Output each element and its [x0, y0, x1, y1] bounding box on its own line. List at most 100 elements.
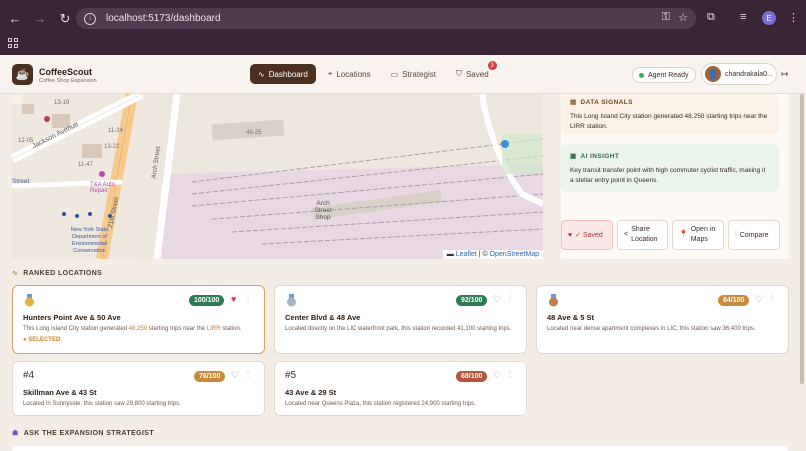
agent-status-label: Agent Ready: [648, 71, 689, 79]
page-scrollbar[interactable]: [800, 94, 804, 384]
menu-kebab-icon[interactable]: ⋮: [788, 11, 799, 24]
logout-icon[interactable]: ↦: [781, 69, 789, 80]
bookmark-star-icon[interactable]: ☆: [678, 11, 688, 24]
nav-label: Dashboard: [268, 69, 308, 79]
map-label-street: Street: [12, 178, 30, 185]
map-label-arch-shop: Arch Street Shop: [314, 200, 332, 221]
bar-chart-icon[interactable]: ⫶: [247, 294, 249, 304]
map-label-12-05: 12-05: [18, 138, 34, 144]
location-name: Hunters Point Ave & 50 Ave: [23, 313, 121, 322]
location-card-3[interactable]: 84/100 ♡ ⫶ 48 Ave & 5 St Located near de…: [536, 285, 789, 354]
forward-icon[interactable]: →: [29, 8, 51, 30]
map-label-11-24: 11-24: [108, 128, 123, 134]
user-menu[interactable]: 👤 chandrakala0...: [701, 63, 777, 85]
heart-filled-icon: ♥: [568, 231, 573, 239]
nav-strategist[interactable]: ▭ Strategist: [383, 64, 444, 84]
data-signals-header: ▤ DATA SIGNALS: [570, 98, 770, 107]
heart-outline-icon[interactable]: ♡: [493, 370, 501, 381]
robot-icon: ☗: [12, 430, 19, 437]
leaflet-link[interactable]: Leaflet: [456, 251, 477, 258]
heart-filled-icon[interactable]: ♥: [231, 294, 236, 304]
ai-insight-title: AI INSIGHT: [580, 152, 620, 160]
pin-icon: ⌖: [327, 69, 333, 78]
rank-number: #4: [23, 370, 35, 381]
activity-icon: ∿: [258, 69, 265, 79]
heart-outline-icon[interactable]: ♡: [231, 370, 239, 381]
location-card-4[interactable]: #4 76/100 ♡ ⫶ Skillman Ave & 43 St Locat…: [12, 361, 265, 416]
score-badge: 76/100: [194, 371, 226, 382]
location-description: This Long Island City station generated …: [23, 326, 242, 332]
location-actions: ♥ ✓ Saved < Share Location 📍 Open in Map…: [561, 220, 780, 250]
password-key-icon[interactable]: ⚿: [662, 11, 670, 24]
bar-chart-icon[interactable]: ⫶: [509, 294, 511, 304]
location-card-1[interactable]: 100/100 ♥ ⫶ Hunters Point Ave & 50 Ave T…: [12, 285, 265, 354]
share-label: Share Location: [631, 226, 658, 243]
location-name: 43 Ave & 29 St: [285, 388, 337, 397]
bookmarks-bar: [0, 37, 806, 55]
data-signals-title: DATA SIGNALS: [580, 98, 633, 106]
reload-icon[interactable]: ↻: [54, 8, 76, 30]
location-card-5[interactable]: #5 68/100 ♡ ⫶ 43 Ave & 29 St Located nea…: [274, 361, 527, 416]
bar-chart-icon[interactable]: ⫶: [247, 370, 249, 380]
compare-button[interactable]: ⫶ Compare: [728, 220, 780, 250]
agent-status: Agent Ready: [632, 67, 697, 83]
location-detail-panel: ▤ DATA SIGNALS This Long Island City sta…: [561, 94, 789, 259]
nav-dashboard[interactable]: ∿ Dashboard: [250, 64, 316, 84]
score-badge: 92/100: [456, 295, 488, 306]
omnibox-actions: ⚿ ☆: [662, 11, 688, 24]
back-icon[interactable]: ←: [4, 8, 26, 30]
browser-toolbar: ← → ↻ i localhost:5173/dashboard ⚿ ☆ ⧉ ≡…: [0, 0, 806, 37]
silver-medal-icon: [287, 294, 296, 307]
status-dot: [639, 72, 644, 78]
heart-outline-icon[interactable]: ♡: [755, 294, 763, 305]
url-text[interactable]: localhost:5173/dashboard: [106, 13, 221, 24]
address-bar[interactable]: i localhost:5173/dashboard ⚿ ☆: [76, 8, 696, 29]
media-icon[interactable]: ≡: [740, 11, 746, 23]
location-card-2[interactable]: 92/100 ♡ ⫶ Center Blvd & 48 Ave Located …: [274, 285, 527, 354]
nav-locations[interactable]: ⌖ Locations: [320, 64, 379, 84]
rank-number: #5: [285, 370, 297, 381]
location-name: Center Blvd & 48 Ave: [285, 313, 361, 322]
share-location-button[interactable]: < Share Location: [617, 220, 668, 250]
data-signals-body: This Long Island City station generated …: [570, 113, 768, 130]
saved-button[interactable]: ♥ ✓ Saved: [561, 220, 613, 250]
map-label-46-25: 46-25: [246, 130, 262, 136]
apps-grid-icon[interactable]: [8, 38, 18, 48]
chat-icon: ▭: [390, 69, 399, 79]
database-icon: ▤: [570, 99, 577, 106]
bar-chart-icon[interactable]: ⫶: [771, 294, 773, 304]
extensions-icon[interactable]: ⧉: [707, 11, 715, 24]
selected-tag: ● SELECTED: [23, 337, 61, 343]
location-description: Located near Queens Plaza, this station …: [285, 401, 476, 407]
nav-label: Locations: [336, 69, 371, 79]
ai-insight-body: Key transit transfer point with high com…: [570, 167, 766, 184]
location-name: Skillman Ave & 43 St: [23, 388, 97, 397]
strategist-heading: ☗ ASK THE EXPANSION STRATEGIST: [12, 429, 155, 438]
compare-label: Compare: [739, 231, 769, 239]
score-badge: 100/100: [189, 295, 225, 306]
saved-count-badge: 3: [487, 61, 497, 70]
map-label-auto-repair: T&A Auto Repair: [90, 182, 116, 194]
profile-avatar[interactable]: E: [762, 11, 776, 25]
strategist-title: ASK THE EXPANSION STRATEGIST: [23, 429, 155, 437]
attribution-separator: | ©: [478, 251, 488, 258]
main-nav: ∿ Dashboard ⌖ Locations ▭ Strategist ⛉ S…: [250, 61, 497, 84]
strategist-panel-top: [12, 446, 788, 451]
bar-chart-icon[interactable]: ⫶: [509, 370, 511, 380]
nav-saved[interactable]: ⛉ Saved 3: [448, 61, 497, 84]
coffee-logo-icon: ☕: [12, 64, 33, 85]
site-info-icon[interactable]: i: [84, 12, 96, 25]
ukraine-flag-icon: ▬: [446, 251, 454, 258]
location-description: Located in Sunnyside, this station saw 2…: [23, 401, 181, 407]
bronze-medal-icon: [549, 294, 558, 307]
user-name: chandrakala0...: [725, 70, 773, 78]
map-view[interactable]: Jackson Avenue 21st Street Arch Street A…: [12, 94, 543, 259]
share-icon: <: [624, 231, 629, 238]
nav-label: Strategist: [402, 69, 436, 79]
score-badge: 68/100: [456, 371, 488, 382]
heart-outline-icon[interactable]: ♡: [493, 294, 501, 305]
data-signals-card: ▤ DATA SIGNALS This Long Island City sta…: [561, 94, 779, 135]
ranked-locations-heading: ∿ RANKED LOCATIONS: [12, 269, 102, 278]
osm-link[interactable]: OpenStreetMap: [490, 251, 539, 258]
open-in-maps-button[interactable]: 📍 Open in Maps: [672, 220, 724, 250]
